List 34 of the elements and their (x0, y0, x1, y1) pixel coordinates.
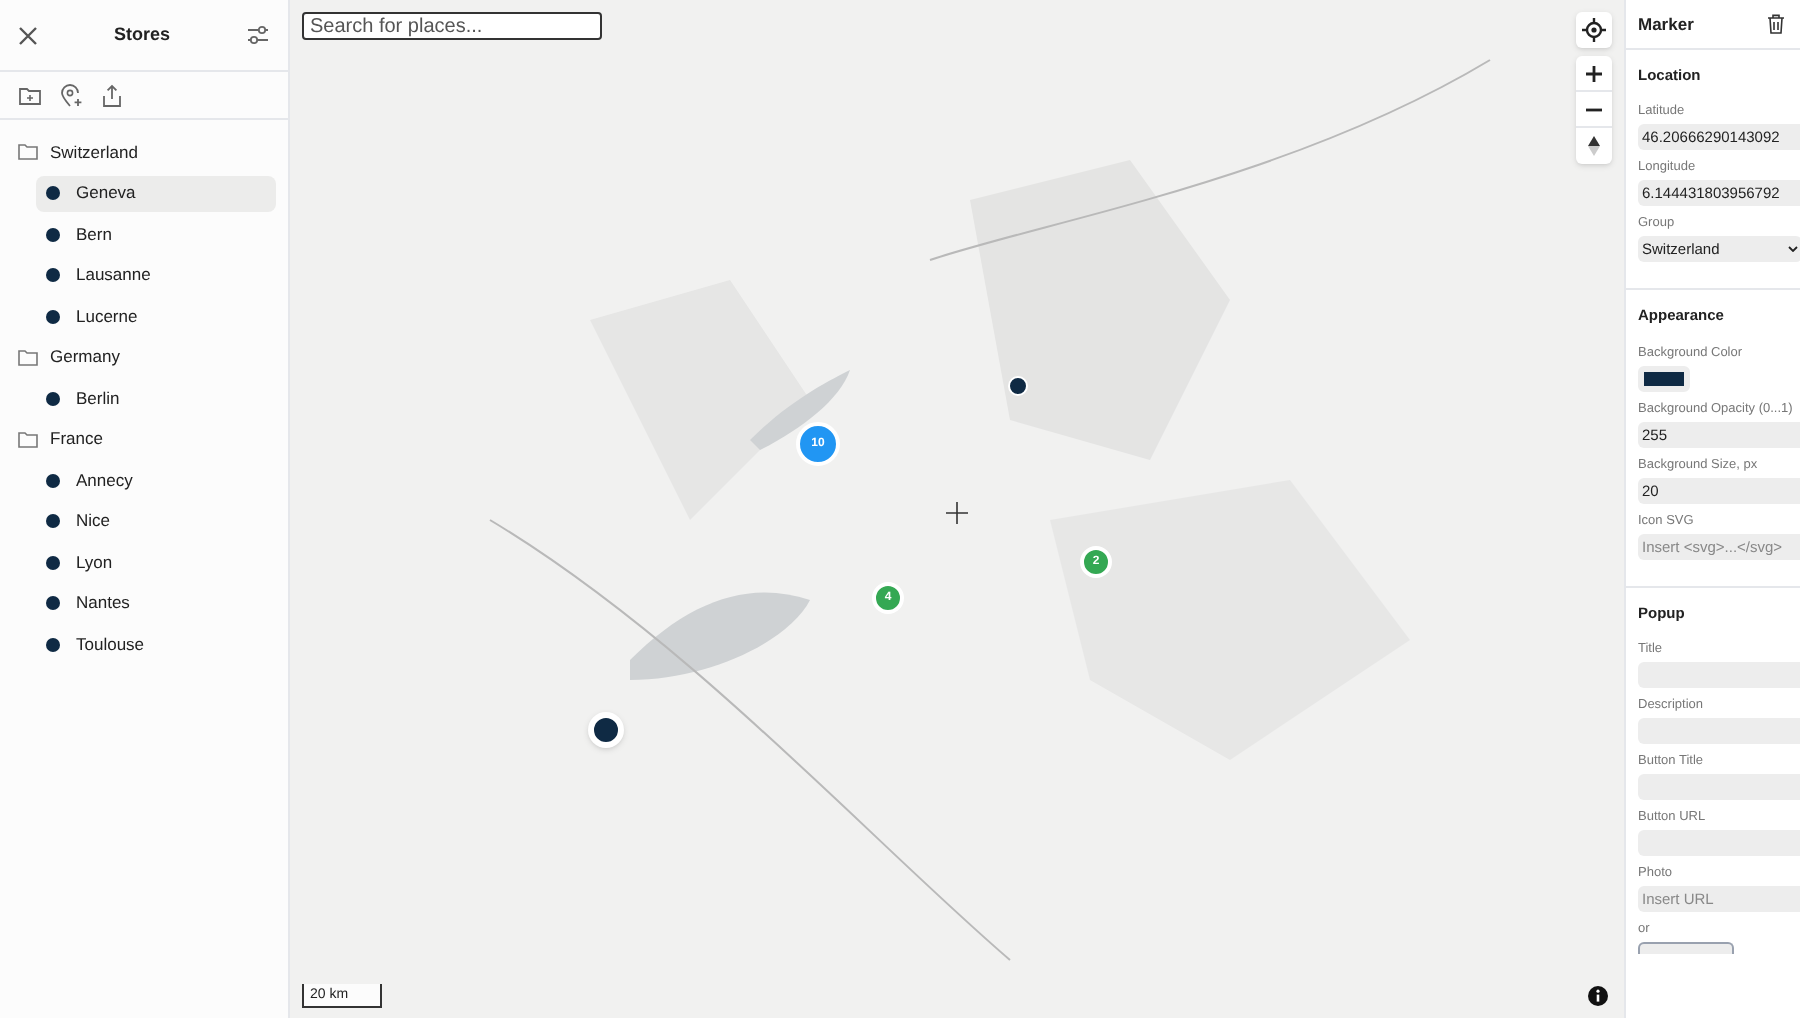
store-item[interactable]: Nice (36, 503, 276, 540)
search-field[interactable]: Search for places... (302, 12, 602, 40)
folder-icon (18, 431, 38, 448)
panel-title: Marker (1638, 11, 1694, 37)
store-item[interactable]: Lausanne (36, 257, 276, 294)
folder-icon (18, 144, 38, 161)
folder-icon (18, 349, 38, 366)
folder-add-icon[interactable] (18, 85, 42, 105)
group-label[interactable]: France (50, 426, 103, 453)
group-label[interactable]: Germany (50, 344, 120, 371)
color-swatch[interactable] (1638, 365, 1690, 391)
sidebar-title: Stores (113, 21, 170, 48)
store-item[interactable]: Lyon (36, 544, 276, 581)
close-icon[interactable] (18, 25, 38, 45)
crosshair-target-icon (1582, 18, 1606, 42)
compass-icon (1588, 136, 1600, 156)
store-item[interactable]: Berlin (36, 380, 276, 417)
trash-icon[interactable] (1768, 14, 1784, 34)
chevron-down-icon (1788, 246, 1798, 253)
store-item[interactable]: Nantes (36, 585, 276, 622)
plus-icon (1586, 65, 1602, 81)
info-icon[interactable] (1588, 986, 1608, 1006)
store-item[interactable]: Lucerne (36, 298, 276, 335)
locate-button[interactable] (1576, 12, 1612, 48)
crosshair-icon (946, 502, 968, 524)
store-item[interactable]: Toulouse (36, 626, 276, 663)
store-item[interactable]: Annecy (36, 462, 276, 499)
store-item[interactable]: Geneva (36, 175, 276, 212)
share-icon[interactable] (102, 83, 122, 107)
map-pin-marker[interactable] (588, 712, 624, 748)
group-label[interactable]: Switzerland (50, 139, 138, 166)
pin-add-icon[interactable] (60, 83, 84, 107)
store-item[interactable]: Bern (36, 216, 276, 253)
settings-sliders-icon[interactable] (245, 24, 270, 46)
